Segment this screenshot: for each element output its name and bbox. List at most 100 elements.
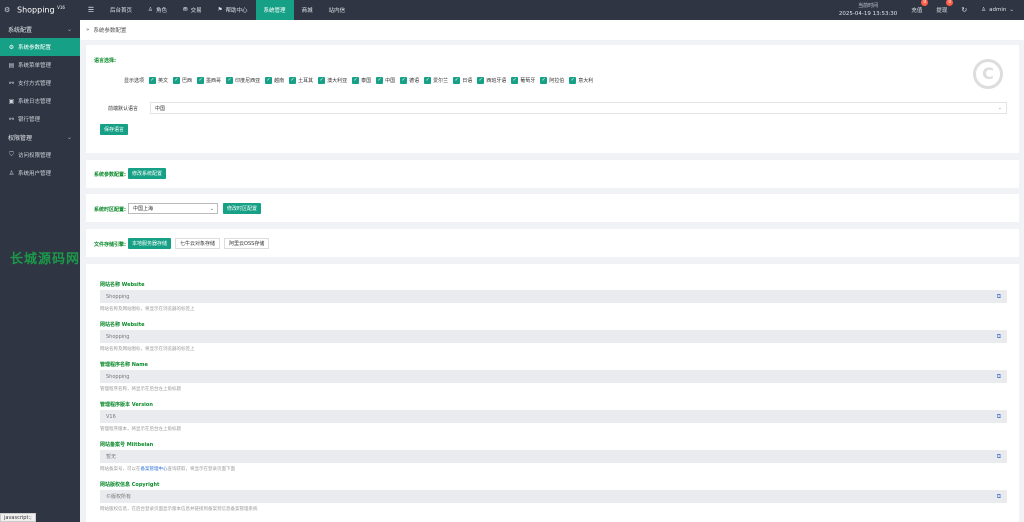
user-menu[interactable]: ♙ admin ⌄ — [981, 7, 1014, 13]
field-value: Shopping — [106, 293, 130, 300]
sidebar-item-label: 系统用户管理 — [18, 171, 52, 177]
lang-checkbox[interactable]: ✓ 中国 — [376, 77, 395, 84]
check-icon: ✓ — [511, 77, 519, 84]
check-icon: ✓ — [424, 77, 432, 84]
user-icon: ♙ — [8, 169, 15, 177]
lang-checkbox[interactable]: ✓ 阿拉伯 — [540, 77, 564, 84]
lang-checkbox[interactable]: ✓ 葡萄牙 — [511, 77, 535, 84]
sidebar-item-label: 系统参数配置 — [18, 45, 52, 51]
app-name-input[interactable]: Shopping ⧉ — [100, 370, 1007, 383]
field-label-copyright: 网站版权信息 Copyright — [100, 482, 160, 488]
lang-checkbox[interactable]: ✓ 越南 — [265, 77, 284, 84]
system-param-card: 系统参数配置: 修改系统配置 — [86, 160, 1019, 188]
sidebar-item-system-params[interactable]: ⚙ 系统参数配置 — [0, 38, 80, 56]
chevron-down-icon: ⌄ — [66, 25, 72, 33]
nav-help[interactable]: ⚑ 帮助中心 — [210, 0, 256, 20]
sidebar-item-user-manage[interactable]: ♙ 系统用户管理 — [0, 164, 80, 182]
website-name-input-2[interactable]: Shopping ⧉ — [100, 330, 1007, 343]
top-right-area: 当前时间 2025-04-19 13:53:30 充值 0 提现 0 ↻ ♙ a… — [839, 0, 1024, 20]
save-language-button[interactable]: 保存语言 — [100, 124, 129, 135]
sidebar-group-label: 权限管理 — [8, 134, 33, 142]
copy-icon[interactable]: ⧉ — [997, 373, 1001, 381]
storage-option-aliyun[interactable]: 阿里云OSS存储 — [224, 238, 270, 249]
field-hint: 管理程序名称，将显示在后台左上角标题 — [100, 387, 181, 392]
field-value: 暂无 — [106, 454, 117, 460]
hint-text: 查询获取，将显示在登录页面下面 — [167, 467, 236, 472]
copy-icon[interactable]: ⧉ — [997, 413, 1001, 421]
sidebar-group-label: 系统配置 — [8, 26, 33, 34]
lang-checkbox[interactable]: ✓ 巴西 — [173, 77, 192, 84]
withdraw-badge: 0 — [946, 0, 954, 6]
lang-checkbox[interactable]: ✓ 德语 — [400, 77, 419, 84]
lang-checkbox[interactable]: ✓ 英文 — [149, 77, 168, 84]
beian-center-link[interactable]: 备案管理中心 — [141, 467, 168, 472]
nav-mall[interactable]: 商城 — [294, 0, 321, 20]
edit-system-config-button[interactable]: 修改系统配置 — [128, 168, 167, 179]
lang-checkbox[interactable]: ✓ 土耳其 — [289, 77, 313, 84]
field-label-website: 网站名称 Website — [100, 282, 145, 288]
lang-checkbox[interactable]: ✓ 泰国 — [352, 77, 371, 84]
sidebar-item-payment-manage[interactable]: ⚯ 支付方式管理 — [0, 74, 80, 92]
language-options: 显示选项 ✓ 英文 ✓ 巴西 ✓ 墨西哥 ✓ 印度尼西亚 ✓ 越南 ✓ 土耳其 ✓ 澳大利亚 … — [124, 77, 593, 84]
sidebar-item-menu-manage[interactable]: ▤ 系统菜单管理 — [0, 56, 80, 74]
nav-label: 商城 — [301, 8, 313, 14]
edit-timezone-button[interactable]: 修改时区配置 — [223, 203, 262, 214]
browser-status-bar: javascript:; — [0, 513, 36, 522]
check-icon: ✓ — [376, 77, 384, 84]
recharge-link[interactable]: 充值 0 — [911, 0, 929, 14]
nav-home[interactable]: 后台首页 — [102, 0, 140, 20]
copy-icon[interactable]: ⧉ — [997, 293, 1001, 301]
default-language-select[interactable]: 中国 ⌄ — [150, 102, 1007, 114]
nav-label: 帮助中心 — [225, 8, 248, 14]
website-name-input[interactable]: Shopping ⧉ — [100, 290, 1007, 303]
lang-checkbox[interactable]: ✓ 澳大利亚 — [318, 77, 347, 84]
withdraw-link[interactable]: 提现 0 — [936, 0, 954, 14]
copyright-input[interactable]: ©版权所有 ⧉ — [100, 490, 1007, 503]
chevron-down-icon: ⌄ — [1009, 7, 1014, 13]
check-icon: ✓ — [540, 77, 548, 84]
default-language-label: 前端默认语言 — [108, 106, 139, 112]
lang-checkbox[interactable]: ✓ 爱尔兰 — [424, 77, 448, 84]
field-value: Shopping — [106, 373, 130, 380]
hint-text: 网站备案号，可以在 — [100, 467, 141, 472]
sidebar-group-permission[interactable]: 权限管理 ⌄ — [0, 128, 80, 146]
user-icon: ♙ — [148, 7, 153, 13]
lang-checkbox[interactable]: ✓ 墨西哥 — [197, 77, 221, 84]
hamburger-icon[interactable]: ☰ — [80, 6, 102, 14]
nav-roles[interactable]: ♙ 角色 — [140, 0, 175, 20]
timezone-select[interactable]: 中国上海 ⌄ — [128, 203, 218, 214]
field-hint: 网站名称及网站图标，将显示在浏览器的标签上 — [100, 307, 195, 312]
check-icon: ✓ — [477, 77, 485, 84]
breadcrumb: » 系统参数配置 — [80, 20, 1024, 40]
miitbeian-input[interactable]: 暂无 ⧉ — [100, 450, 1007, 463]
copy-icon[interactable]: ⧉ — [997, 333, 1001, 341]
lang-checkbox[interactable]: ✓ 印度尼西亚 — [226, 77, 260, 84]
copy-icon[interactable]: ⧉ — [997, 493, 1001, 501]
storage-option-local[interactable]: 本地服务器存储 — [128, 238, 172, 249]
main-content: » 系统参数配置 语言选择: 显示选项 ✓ 英文 ✓ 巴西 ✓ 墨西哥 ✓ 印度尼西亚 … — [80, 20, 1024, 522]
lang-checkbox[interactable]: ✓ 意大利 — [569, 77, 593, 84]
app-version-input[interactable]: V16 ⧉ — [100, 410, 1007, 423]
sidebar-group-system-config[interactable]: 系统配置 ⌄ — [0, 20, 80, 38]
storage-option-qiniu[interactable]: 七牛云对象存储 — [175, 238, 221, 249]
lang-checkbox[interactable]: ✓ 西班牙语 — [477, 77, 506, 84]
field-label-app-name: 管理程序名称 Name — [100, 362, 148, 368]
nav-messages[interactable]: 站内信 — [321, 0, 354, 20]
time-value: 2025-04-19 13:53:30 — [838, 11, 898, 17]
copy-icon[interactable]: ⧉ — [997, 453, 1001, 461]
nav-system[interactable]: 系统管理 — [255, 0, 294, 20]
nav-trade[interactable]: ⛃ 交易 — [175, 0, 210, 20]
sidebar-item-bank-manage[interactable]: ⚯ 银行管理 — [0, 110, 80, 128]
check-icon: ✓ — [400, 77, 408, 84]
refresh-icon[interactable]: ↻ — [961, 6, 967, 14]
lang-label: 泰国 — [361, 78, 372, 84]
lang-label: 中国 — [385, 78, 396, 84]
check-icon: ✓ — [289, 77, 297, 84]
sidebar-item-log-manage[interactable]: ▣ 系统日志管理 — [0, 92, 80, 110]
user-icon: ♙ — [981, 7, 987, 13]
lang-checkbox[interactable]: ✓ 日语 — [453, 77, 472, 84]
field-hint: 管理程序版本，将显示在后台左上角标题 — [100, 427, 181, 432]
sidebar-item-access-manage[interactable]: ⛉ 访问权限管理 — [0, 146, 80, 164]
chevron-down-icon: ⌄ — [66, 133, 72, 141]
sidebar-item-label: 系统日志管理 — [18, 99, 52, 105]
